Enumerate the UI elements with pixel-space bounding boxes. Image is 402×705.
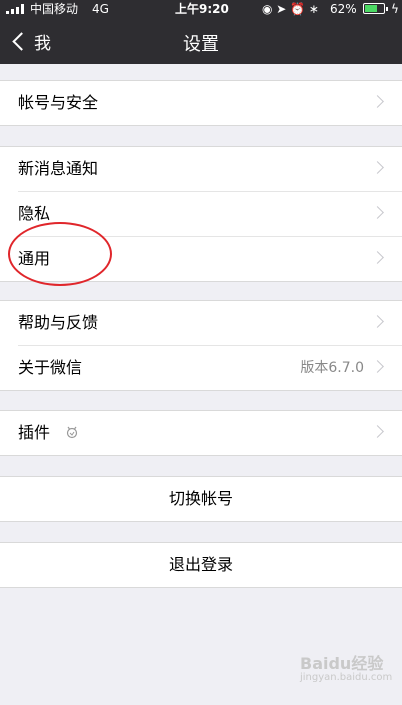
plugin-icon (66, 426, 78, 439)
chevron-right-icon (371, 360, 384, 373)
network-text: 4G (92, 2, 109, 16)
settings-group-account: 帐号与安全 (0, 80, 402, 126)
navigation-bar: 我 设置 (0, 18, 402, 64)
logout-group: 退出登录 (0, 542, 402, 588)
top-bar: 中国移动 4G 上午9:20 ◉ ➤ ⏰ ∗ 62% ϟ 我 设置 (0, 0, 402, 64)
status-bar: 中国移动 4G 上午9:20 ◉ ➤ ⏰ ∗ 62% ϟ (0, 0, 402, 18)
page-title: 设置 (183, 34, 219, 55)
settings-item-label: 隐私 (18, 204, 51, 223)
watermark-logo: Baidu经验 (300, 654, 384, 673)
settings-item-help-feedback[interactable]: 帮助与反馈 (18, 301, 402, 346)
battery-icon (363, 3, 388, 14)
battery-percent: 62% (330, 2, 357, 16)
settings-item-privacy[interactable]: 隐私 (18, 192, 402, 237)
signal-icon (6, 4, 28, 14)
settings-item-label: 帮助与反馈 (18, 313, 99, 332)
chevron-right-icon (371, 251, 384, 264)
switch-account-group: 切换帐号 (0, 476, 402, 522)
settings-group-plugins: 插件 (0, 410, 402, 456)
chevron-right-icon (371, 425, 384, 438)
settings-item-general[interactable]: 通用 (18, 237, 402, 281)
version-text: 版本6.7.0 (300, 360, 364, 376)
chevron-right-icon (371, 95, 384, 108)
chevron-right-icon (371, 161, 384, 174)
charging-icon: ϟ (391, 2, 399, 16)
settings-group-general: 新消息通知 隐私 通用 (0, 146, 402, 282)
chevron-right-icon (371, 315, 384, 328)
settings-item-label: 新消息通知 (18, 159, 99, 178)
carrier-text: 中国移动 (30, 2, 79, 16)
settings-item-label: 插件 (18, 423, 51, 442)
settings-item-account-security[interactable]: 帐号与安全 (18, 81, 402, 125)
chevron-right-icon (371, 206, 384, 219)
settings-item-label: 关于微信 (18, 358, 83, 377)
settings-item-plugins[interactable]: 插件 (18, 411, 402, 455)
settings-item-label: 通用 (18, 249, 51, 268)
settings-item-notifications[interactable]: 新消息通知 (18, 147, 402, 192)
switch-account-button[interactable]: 切换帐号 (0, 477, 402, 521)
clock-text: 上午9:20 (175, 2, 229, 16)
settings-item-about[interactable]: 关于微信 版本6.7.0 (18, 346, 402, 390)
settings-group-help: 帮助与反馈 关于微信 版本6.7.0 (0, 300, 402, 391)
settings-item-label: 帐号与安全 (18, 93, 99, 112)
logout-button[interactable]: 退出登录 (0, 543, 402, 587)
status-icons: ◉ ➤ ⏰ ∗ (262, 2, 319, 16)
watermark-url: jingyan.baidu.com (300, 672, 393, 683)
